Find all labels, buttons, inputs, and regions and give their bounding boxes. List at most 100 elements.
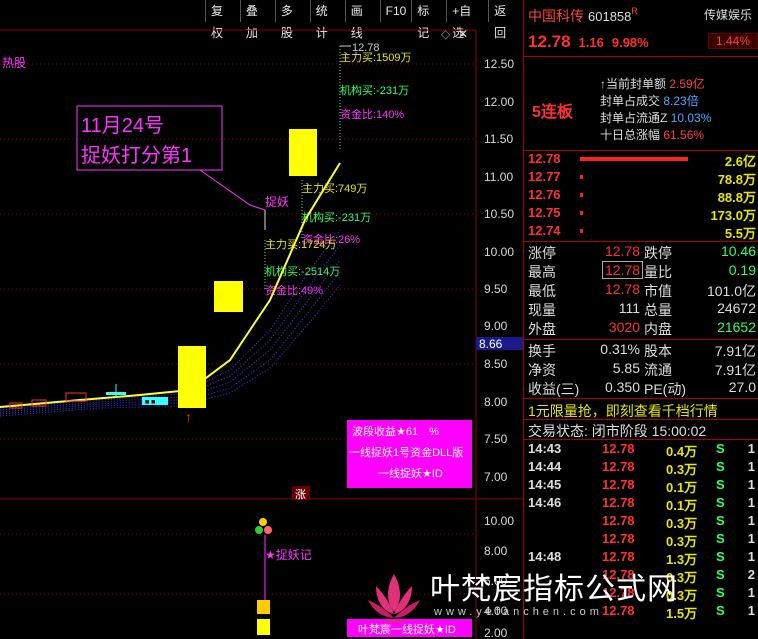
ob-volume: 78.8万 bbox=[717, 172, 756, 187]
stat-neipan-value: 21652 bbox=[717, 319, 756, 335]
tick-count: 1 bbox=[747, 441, 755, 456]
y-tick-label: 10.00 bbox=[484, 514, 514, 528]
toolbar-fanhui-button[interactable]: 返回 bbox=[488, 0, 523, 40]
tick-volume: 0.1万 bbox=[666, 498, 698, 513]
ob-price: 12.77 bbox=[528, 169, 561, 184]
last-price: 12.78 bbox=[528, 32, 571, 51]
tick-count: 1 bbox=[747, 477, 755, 492]
price-grid bbox=[0, 63, 476, 595]
stat-jingzi-value: 5.85 bbox=[612, 360, 640, 376]
tick-volume: 0.4万 bbox=[666, 444, 698, 459]
y-tick-label: 11.50 bbox=[484, 132, 513, 146]
stat-label: 换手 bbox=[528, 343, 556, 359]
stat-liangbi-value: 0.19 bbox=[728, 262, 756, 278]
toolbar-diejia-button[interactable]: 叠加 bbox=[239, 0, 275, 40]
band-return-line3: 一线捉妖★ID bbox=[378, 466, 443, 480]
stat-shizhi: 市值 bbox=[644, 281, 672, 301]
ball-icon bbox=[259, 518, 267, 526]
tick-row: 12.78 0.3万 S 1 bbox=[524, 585, 758, 603]
tick-price: 12.78 bbox=[602, 549, 635, 564]
y-tick-label: 2.00 bbox=[484, 626, 508, 639]
ob-price: 12.74 bbox=[528, 223, 561, 238]
stat-label: 总量 bbox=[644, 302, 672, 318]
tick-price: 12.78 bbox=[602, 585, 635, 600]
flow-low-inst: 机构买:-2514万 bbox=[265, 264, 340, 278]
tick-time: 14:43 bbox=[528, 441, 562, 456]
price-change-pct: 9.98% bbox=[611, 35, 649, 50]
hot-stock-label: 热股 bbox=[2, 56, 26, 70]
tick-row: 12.78 1.5万 S 1 bbox=[524, 603, 758, 621]
tick-direction: S bbox=[716, 441, 725, 456]
tick-direction: S bbox=[716, 459, 725, 474]
toolbar-fuquan-button[interactable]: 复权 bbox=[205, 0, 240, 40]
price-row: 12.78 1.16 9.98% bbox=[528, 32, 649, 52]
tick-count: 2 bbox=[747, 567, 755, 582]
stat-label: 涨停 bbox=[528, 245, 556, 261]
chart-toolbar: 复权 叠加 多股 统计 画线 F10 标记 +自选 返回 bbox=[205, 0, 523, 40]
stat-guben: 股本 bbox=[644, 341, 672, 361]
close-icon[interactable]: ✕ bbox=[458, 27, 468, 41]
toolbar-tongji-button[interactable]: 统计 bbox=[309, 0, 345, 40]
ob-volume-bar bbox=[580, 211, 583, 215]
stat-label: PE(动) bbox=[644, 381, 686, 397]
sector-name[interactable]: 传媒娱乐 bbox=[704, 6, 752, 23]
tick-direction: S bbox=[716, 495, 725, 510]
stat-huanshou: 换手 bbox=[528, 341, 556, 361]
stat-zongliang: 总量 bbox=[644, 300, 672, 320]
stat-liutong: 流通 bbox=[644, 360, 672, 380]
kline-chart[interactable]: 12.50 12.00 11.50 11.00 10.50 10.00 9.50… bbox=[0, 22, 523, 639]
diamond-icon[interactable]: ◇ bbox=[441, 27, 451, 41]
flow-mid-main: 主力买:749万 bbox=[302, 182, 367, 195]
ob-volume-bar bbox=[580, 157, 688, 161]
divider bbox=[524, 419, 758, 420]
promo-link[interactable]: 1元限量抢，即刻查看千档行情 bbox=[528, 401, 718, 421]
tick-volume: 1.5万 bbox=[666, 606, 698, 621]
stat-zhangting-value: 12.78 bbox=[604, 243, 640, 259]
order-book-row: 12.78 2.6亿 bbox=[524, 151, 758, 169]
tick-row: 14:43 12.78 0.4万 S 1 bbox=[524, 441, 758, 459]
y-tick-label: 7.00 bbox=[484, 470, 508, 484]
toolbar-zixuan-button[interactable]: +自选 bbox=[446, 0, 488, 40]
tick-row: 12.78 0.3万 S 1 bbox=[524, 531, 758, 549]
seal-row: 封单占成交 8.23倍 bbox=[600, 93, 711, 110]
y-tick-label: 10.50 bbox=[484, 207, 514, 221]
flow-top-main: 主力买:1509万 bbox=[340, 51, 412, 64]
stat-zuidi: 最低 bbox=[528, 281, 556, 301]
stat-zhangting: 涨停 bbox=[528, 243, 556, 263]
stat-zuigao-value-wrap: 12.78 bbox=[602, 261, 644, 279]
toolbar-huaxian-button[interactable]: 画线 bbox=[344, 0, 380, 40]
seal-value: 8.23倍 bbox=[663, 94, 699, 108]
y-tick-label: 4.00 bbox=[484, 604, 508, 618]
divider bbox=[524, 56, 758, 57]
stat-zuigao: 最高 bbox=[528, 262, 556, 282]
stat-shouyi: 收益(三) bbox=[528, 379, 579, 399]
stat-label: 最低 bbox=[528, 283, 556, 299]
tick-count: 1 bbox=[747, 513, 755, 528]
stat-label: 外盘 bbox=[528, 321, 556, 337]
limit-up-bar bbox=[289, 129, 317, 176]
tick-direction: S bbox=[716, 585, 725, 600]
tick-row: 12.78 0.3万 S 1 bbox=[524, 513, 758, 531]
ob-price: 12.75 bbox=[528, 205, 561, 220]
tick-time: 14:45 bbox=[528, 477, 562, 492]
stat-zuidi-value: 12.78 bbox=[604, 281, 640, 297]
stat-shouyi-value: 0.350 bbox=[604, 379, 640, 395]
stock-header: 中国科传 601858R bbox=[528, 6, 638, 26]
divider bbox=[524, 439, 758, 440]
stat-label: 市值 bbox=[644, 283, 672, 299]
stat-waipan: 外盘 bbox=[528, 319, 556, 339]
trade-status: 交易状态: 闭市阶段 15:00:02 bbox=[528, 423, 707, 439]
ob-volume-bar bbox=[580, 193, 583, 197]
toolbar-biaoji-button[interactable]: 标记 bbox=[411, 0, 446, 40]
tick-price: 12.78 bbox=[602, 513, 635, 528]
stock-code: 601858 bbox=[588, 9, 632, 24]
order-book-row: 12.74 5.5万 bbox=[524, 223, 758, 241]
toolbar-duogu-button[interactable]: 多股 bbox=[274, 0, 310, 40]
stat-label: 流通 bbox=[644, 362, 672, 378]
tick-direction: S bbox=[716, 567, 725, 582]
tick-count: 1 bbox=[747, 585, 755, 600]
stat-label: 净资 bbox=[528, 362, 556, 378]
toolbar-f10-button[interactable]: F10 bbox=[379, 0, 412, 22]
zhuoyao-label: 捉妖 bbox=[265, 194, 289, 209]
y-tick-label: 8.00 bbox=[484, 395, 508, 409]
